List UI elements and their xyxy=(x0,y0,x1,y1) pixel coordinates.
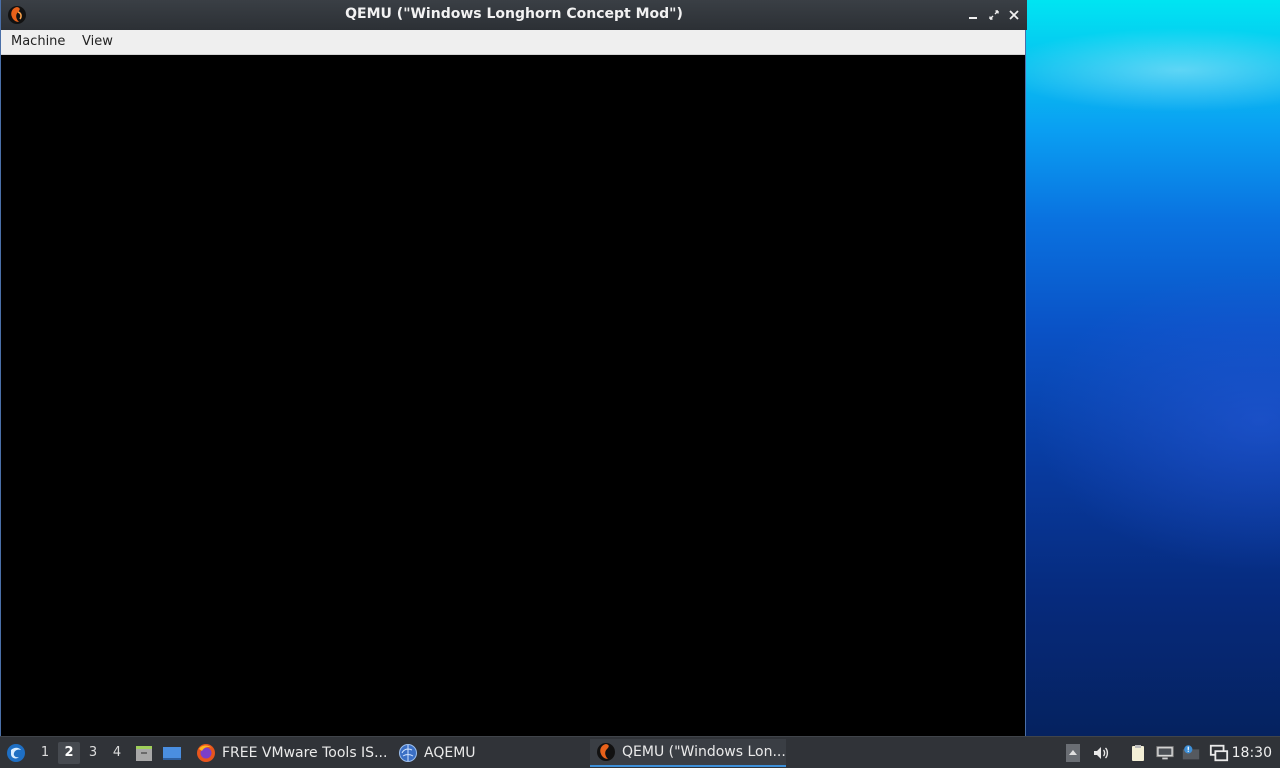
file-manager-launcher[interactable] xyxy=(134,743,154,763)
menu-view[interactable]: View xyxy=(80,34,115,49)
maximize-icon xyxy=(989,10,999,20)
task-label: QEMU ("Windows Lon... xyxy=(622,744,786,760)
start-menu-button[interactable] xyxy=(5,742,27,764)
menu-machine[interactable]: Machine xyxy=(9,34,67,49)
show-desktop-launcher[interactable] xyxy=(162,743,182,763)
close-button[interactable] xyxy=(1006,7,1022,23)
desktop-2[interactable]: 2 xyxy=(58,742,80,764)
network-icon xyxy=(1156,746,1174,760)
minimize-button[interactable] xyxy=(965,7,981,23)
file-manager-icon xyxy=(136,746,152,761)
clock[interactable]: 18:30 xyxy=(1232,745,1272,761)
task-label: FREE VMware Tools IS... xyxy=(222,745,388,761)
volume-button[interactable] xyxy=(1091,743,1111,763)
menu-bar: Machine View xyxy=(1,30,1025,55)
task-label: AQEMU xyxy=(424,745,476,761)
qemu-window: QEMU ("Windows Longhorn Concept Mod") Ma… xyxy=(0,0,1027,736)
qemu-icon xyxy=(597,743,615,761)
volume-icon xyxy=(1094,747,1109,759)
display-switch-icon xyxy=(1209,744,1229,762)
clipboard-icon xyxy=(1132,745,1144,761)
task-qemu[interactable]: QEMU ("Windows Lon... xyxy=(590,739,786,767)
vm-display[interactable] xyxy=(1,55,1025,736)
maximize-button[interactable] xyxy=(986,7,1002,23)
window-title: QEMU ("Windows Longhorn Concept Mod") xyxy=(345,6,683,22)
task-firefox[interactable]: FREE VMware Tools IS... xyxy=(190,739,390,767)
taskbar: 1 2 3 4 FREE VMware Tools IS... AQEMU QE… xyxy=(0,736,1280,768)
desktop-3[interactable]: 3 xyxy=(82,742,104,764)
desktop-1[interactable]: 1 xyxy=(34,742,56,764)
window-title-bar[interactable]: QEMU ("Windows Longhorn Concept Mod") xyxy=(1,0,1027,30)
start-menu-icon xyxy=(7,744,25,762)
network-button[interactable] xyxy=(1155,743,1175,763)
firefox-icon xyxy=(197,744,215,762)
close-icon xyxy=(1009,10,1019,20)
aqemu-icon xyxy=(399,744,417,762)
minimize-icon xyxy=(969,17,977,19)
clipboard-button[interactable] xyxy=(1128,743,1148,763)
notification-icon xyxy=(1182,745,1200,760)
desktop-4[interactable]: 4 xyxy=(106,742,128,764)
scroll-up-icon xyxy=(1066,744,1080,762)
show-desktop-icon xyxy=(163,747,181,760)
display-switch-button[interactable] xyxy=(1209,743,1229,763)
tray-scroll-button[interactable] xyxy=(1063,743,1083,763)
task-aqemu[interactable]: AQEMU xyxy=(392,739,582,767)
notification-button[interactable] xyxy=(1181,743,1201,763)
